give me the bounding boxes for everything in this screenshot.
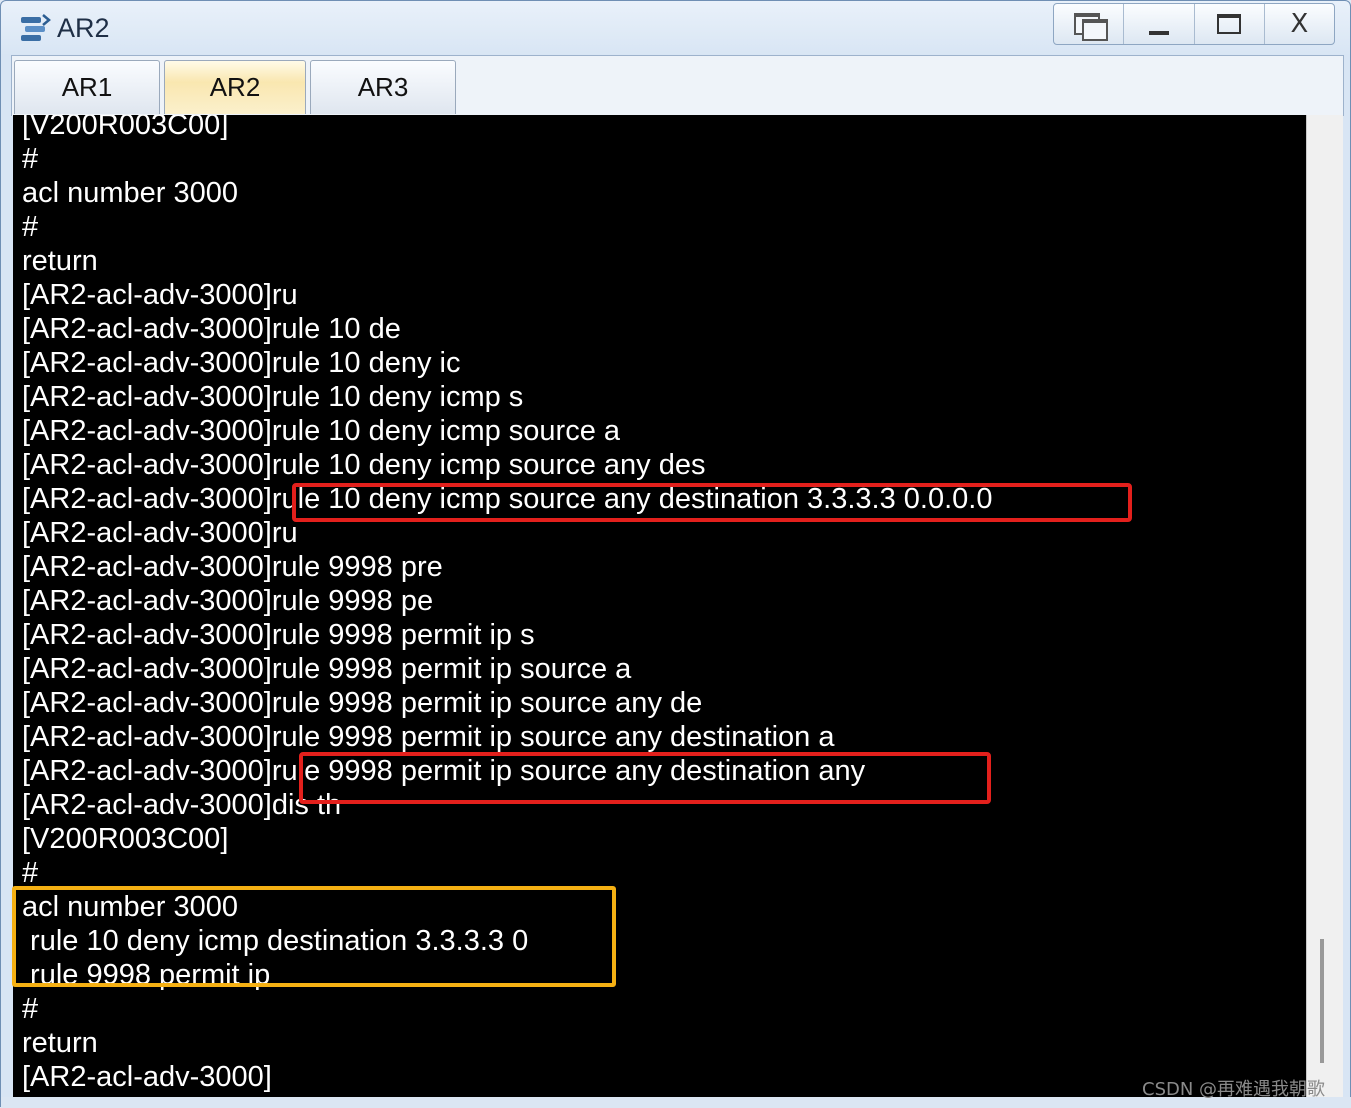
- terminal-line: [AR2-acl-adv-3000]ru: [22, 279, 298, 311]
- highlight-rule-10: [292, 483, 1132, 522]
- terminal-line: #: [22, 993, 39, 1025]
- terminal-line: return: [22, 245, 98, 277]
- terminal-line: [AR2-acl-adv-3000]rule 10 deny ic: [22, 347, 461, 379]
- terminal-line: [V200R003C00]: [22, 115, 229, 141]
- terminal-line: [V200R003C00]: [22, 823, 229, 855]
- terminal-line: #: [22, 211, 39, 243]
- terminal-line: [AR2-acl-adv-3000]rule 10 deny icmp s: [22, 381, 524, 413]
- terminal-line: #: [22, 143, 39, 175]
- tab-ar2[interactable]: AR2: [164, 60, 306, 114]
- window-title: AR2: [57, 13, 110, 43]
- restore-icon: [1072, 11, 1108, 41]
- router-app-icon: [21, 14, 51, 41]
- window-controls: X: [1053, 3, 1335, 45]
- watermark: CSDN @再难遇我朝歌: [1142, 1079, 1326, 1100]
- terminal-line: [AR2-acl-adv-3000]rule 9998 permit ip so…: [22, 687, 703, 719]
- terminal-line: [AR2-acl-adv-3000]rule 10 deny icmp sour…: [22, 449, 706, 481]
- terminal-line: [AR2-acl-adv-3000]rule 9998 permit ip so…: [22, 653, 632, 685]
- close-button[interactable]: X: [1265, 4, 1334, 44]
- terminal-line: [AR2-acl-adv-3000]rule 9998 pe: [22, 585, 434, 617]
- minimize-icon: [1148, 31, 1169, 35]
- title-bar[interactable]: AR2 X: [1, 1, 1350, 53]
- terminal-line: [AR2-acl-adv-3000]: [22, 1061, 272, 1093]
- tab-strip: AR1 AR2 AR3: [11, 55, 1344, 116]
- terminal-line: return: [22, 1027, 98, 1059]
- terminal-line: acl number 3000: [22, 177, 239, 209]
- terminal-line: [AR2-acl-adv-3000]rule 10 de: [22, 313, 401, 345]
- restore-button[interactable]: [1054, 4, 1125, 44]
- tab-ar1[interactable]: AR1: [14, 60, 160, 114]
- terminal-line: #: [22, 857, 39, 889]
- scrollbar-thumb[interactable]: [1320, 939, 1324, 1063]
- close-icon: X: [1290, 9, 1309, 39]
- minimize-button[interactable]: [1124, 4, 1195, 44]
- maximize-icon: [1217, 14, 1242, 34]
- maximize-button[interactable]: [1195, 4, 1265, 44]
- terminal-line: [AR2-acl-adv-3000]rule 10 deny icmp sour…: [22, 415, 621, 447]
- terminal-line: [AR2-acl-adv-3000]rule 9998 permit ip s: [22, 619, 535, 651]
- highlight-rule-9998: [299, 752, 991, 804]
- terminal-line: [AR2-acl-adv-3000]rule 9998 permit ip so…: [22, 721, 835, 753]
- tab-ar3[interactable]: AR3: [310, 60, 456, 114]
- highlight-acl-config: [12, 886, 616, 987]
- vertical-scrollbar[interactable]: [1306, 115, 1343, 1097]
- terminal-line: [AR2-acl-adv-3000]rule 9998 pre: [22, 551, 443, 583]
